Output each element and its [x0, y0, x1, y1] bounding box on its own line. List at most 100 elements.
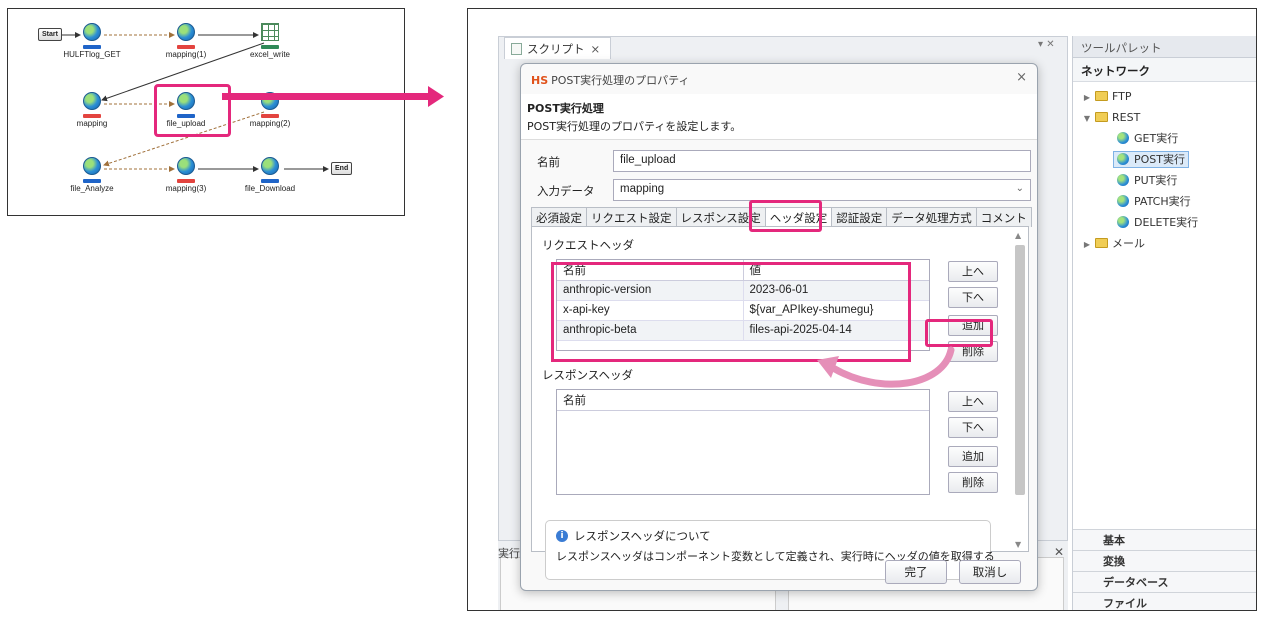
tree-item-ftp[interactable]: ▶ FTP — [1081, 86, 1256, 108]
expand-arrow-icon[interactable]: ▶ — [1081, 234, 1093, 255]
response-headers-title: レスポンスヘッダ — [542, 368, 633, 382]
scrollbar-thumb[interactable] — [1015, 245, 1025, 495]
expand-arrow-icon[interactable]: ▶ — [1081, 87, 1093, 108]
close-icon[interactable]: ✕ — [1054, 545, 1064, 559]
tree-item-put[interactable]: PUT実行 — [1081, 170, 1256, 191]
rest-tag — [83, 45, 101, 49]
palette-category-database[interactable]: データベース — [1073, 571, 1256, 592]
tree-item-patch[interactable]: PATCH実行 — [1081, 191, 1256, 212]
request-move-down-button[interactable]: 下へ — [948, 287, 998, 308]
tree-label: メール — [1112, 237, 1145, 250]
header-tab-highlight — [749, 200, 822, 232]
tool-palette: ツールパレット ネットワーク ▶ FTP ▼ REST GET実行 POST実行 P… — [1072, 36, 1256, 610]
scroll-down-icon[interactable]: ▼ — [1015, 540, 1021, 549]
hs-logo-icon: HS — [531, 74, 549, 87]
tab-request[interactable]: リクエスト設定 — [586, 207, 677, 227]
palette-category-convert[interactable]: 変換 — [1073, 550, 1256, 571]
node-label: mapping(1) — [165, 50, 207, 59]
mapping-tag — [177, 179, 195, 183]
curved-arrow — [817, 346, 955, 388]
response-remove-button[interactable]: 削除 — [948, 472, 998, 493]
editor-view-controls[interactable]: ▾ ✕ — [1038, 39, 1055, 50]
node-label: file_Analyze — [70, 184, 114, 193]
rest-icon — [1117, 195, 1129, 207]
rest-tag — [83, 179, 101, 183]
tab-comment[interactable]: コメント — [975, 207, 1032, 227]
collapse-arrow-icon[interactable]: ▼ — [1081, 108, 1093, 129]
excel-tag — [261, 45, 279, 49]
node-excel-write[interactable]: excel_write — [227, 21, 313, 59]
palette-category-file[interactable]: ファイル — [1073, 592, 1256, 610]
rest-icon — [1117, 132, 1129, 144]
folder-icon — [1095, 112, 1108, 122]
palette-title: ツールパレット — [1073, 36, 1256, 58]
mapping-globe-icon — [175, 23, 197, 45]
script-file-icon — [511, 43, 522, 55]
response-move-down-button[interactable]: 下へ — [948, 417, 998, 438]
dialog-title-text: POST実行処理のプロパティ — [551, 74, 690, 87]
response-headers-table[interactable]: 名前 — [556, 389, 930, 495]
name-label: 名前 — [537, 155, 560, 169]
input-data-select[interactable]: mapping ⌄ — [613, 179, 1031, 201]
app-window: スクリプト × ▾ ✕ 実行 ✕ ツールパレット ネットワーク ▶ FTP ▼ RES… — [467, 8, 1257, 611]
node-file-download[interactable]: file_Download — [227, 155, 313, 193]
node-label: excel_write — [249, 50, 290, 59]
tree-item-get[interactable]: GET実行 — [1081, 128, 1256, 149]
info-icon: i — [556, 530, 568, 542]
tab-required[interactable]: 必須設定 — [531, 207, 587, 227]
tree-item-delete[interactable]: DELETE実行 — [1081, 212, 1256, 233]
tree-label: FTP — [1112, 90, 1132, 103]
rest-globe-icon — [259, 157, 281, 179]
tab-script[interactable]: スクリプト × — [504, 37, 612, 59]
mapping-tag — [177, 45, 195, 49]
node-mapping-3[interactable]: mapping(3) — [143, 155, 229, 193]
node-hulftlog-get[interactable]: HULFTlog_GET — [49, 21, 135, 59]
tree-item-mail[interactable]: ▶ メール — [1081, 233, 1256, 255]
node-file-analyze[interactable]: file_Analyze — [49, 155, 135, 193]
add-button-highlight — [925, 319, 993, 347]
node-mapping[interactable]: mapping — [49, 90, 135, 128]
tree-selected: POST実行 — [1113, 151, 1189, 168]
tree-label: GET実行 — [1134, 132, 1179, 145]
ok-button[interactable]: 完了 — [885, 560, 947, 584]
tab-auth[interactable]: 認証設定 — [831, 207, 888, 227]
end-node[interactable]: End — [331, 162, 353, 175]
palette-category-basic[interactable]: 基本 — [1073, 529, 1256, 550]
input-data-label: 入力データ — [537, 184, 595, 198]
callout-arrow — [222, 86, 444, 107]
rest-globe-icon — [81, 23, 103, 45]
scroll-up-icon[interactable]: ▲ — [1015, 231, 1021, 240]
rest-icon — [1117, 174, 1129, 186]
mapping-globe-icon — [175, 157, 197, 179]
close-icon[interactable]: × — [1016, 70, 1027, 85]
mapping-globe-icon — [81, 92, 103, 114]
request-move-up-button[interactable]: 上へ — [948, 261, 998, 282]
excel-icon — [259, 23, 281, 45]
tree-item-rest[interactable]: ▼ REST — [1081, 107, 1256, 129]
palette-section-network[interactable]: ネットワーク — [1073, 58, 1256, 82]
tree-label: DELETE実行 — [1134, 216, 1199, 229]
cancel-button[interactable]: 取消し — [959, 560, 1021, 584]
dialog-title: HS POST実行処理のプロパティ — [531, 72, 689, 88]
scrollbar[interactable]: ▲ ▼ — [1014, 231, 1026, 549]
tree-item-post[interactable]: POST実行 — [1081, 149, 1256, 170]
tree-label: PUT実行 — [1134, 174, 1178, 187]
tree-label: POST実行 — [1134, 153, 1185, 166]
node-mapping-1[interactable]: mapping(1) — [143, 21, 229, 59]
folder-icon — [1095, 238, 1108, 248]
dialog-heading: POST実行処理 — [527, 102, 604, 115]
name-input[interactable]: file_upload — [613, 150, 1031, 172]
tab-script-label: スクリプト — [527, 42, 585, 56]
mapping-tag — [83, 114, 101, 118]
chevron-down-icon: ⌄ — [1015, 183, 1024, 194]
rest-globe-icon — [81, 157, 103, 179]
rest-icon — [1117, 153, 1129, 165]
close-icon[interactable]: × — [591, 42, 601, 56]
node-label: HULFTlog_GET — [63, 50, 121, 59]
response-add-button[interactable]: 追加 — [948, 446, 998, 467]
tab-data-processing[interactable]: データ処理方式 — [886, 207, 977, 227]
node-label: file_Download — [244, 184, 296, 193]
node-label: mapping — [76, 119, 108, 128]
flow-diagram: Start End HULFTlog_GET mapping(1) excel_… — [7, 8, 405, 216]
run-panel-label[interactable]: 実行 — [498, 545, 520, 561]
